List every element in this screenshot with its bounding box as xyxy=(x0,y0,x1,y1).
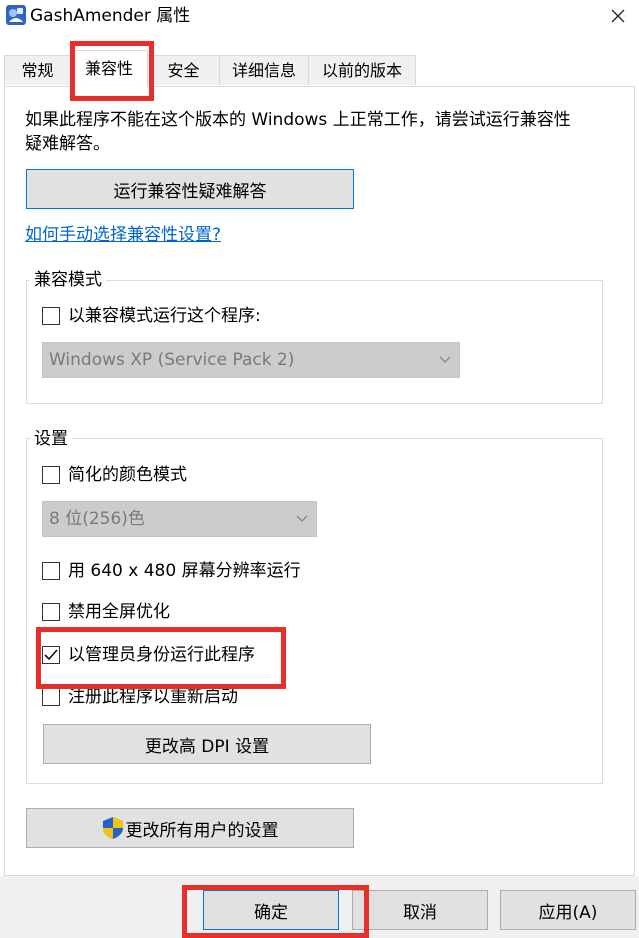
disable-fullscreen-label: 禁用全屏优化 xyxy=(68,602,170,622)
chevron-down-icon xyxy=(439,343,451,377)
register-restart-checkbox[interactable] xyxy=(42,688,60,706)
compat-mode-title: 兼容模式 xyxy=(30,269,106,291)
chevron-down-icon xyxy=(296,502,308,536)
color-depth-value: 8 位(256)色 xyxy=(49,509,145,529)
change-all-users-button[interactable]: 更改所有用户的设置 xyxy=(26,808,354,848)
run-as-admin-label: 以管理员身份运行此程序 xyxy=(68,645,255,665)
tab-label: 常规 xyxy=(21,61,54,80)
cancel-button[interactable]: 取消 xyxy=(352,890,488,930)
compat-os-value: Windows XP (Service Pack 2) xyxy=(49,350,295,370)
intro-text-line2: 疑难解答。 xyxy=(25,134,110,154)
intro-text-line1: 如果此程序不能在这个版本的 Windows 上正常工作，请尝试运行兼容性 xyxy=(25,110,571,130)
reduced-color-checkbox[interactable] xyxy=(42,466,60,484)
ok-button[interactable]: 确定 xyxy=(203,890,339,930)
apply-button[interactable]: 应用(A) xyxy=(500,890,636,930)
tab-label: 安全 xyxy=(167,61,200,80)
reduced-color-label: 简化的颜色模式 xyxy=(68,465,187,485)
resolution-label: 用 640 x 480 屏幕分辨率运行 xyxy=(68,561,301,581)
checkmark-icon xyxy=(44,646,58,665)
color-depth-select[interactable]: 8 位(256)色 xyxy=(42,501,317,537)
tab-previous-versions[interactable]: 以前的版本 xyxy=(308,55,416,85)
tab-label: 详细信息 xyxy=(231,61,296,80)
close-icon xyxy=(611,8,625,27)
tab-general[interactable]: 常规 xyxy=(4,55,71,85)
compat-os-select[interactable]: Windows XP (Service Pack 2) xyxy=(42,342,460,378)
run-as-admin-checkbox[interactable] xyxy=(42,646,60,664)
tab-details[interactable]: 详细信息 xyxy=(219,55,309,85)
title-bar: GashAmender 属性 xyxy=(0,0,639,36)
change-all-users-label: 更改所有用户的设置 xyxy=(125,820,279,841)
tab-compatibility[interactable]: 兼容性 xyxy=(70,50,148,87)
change-dpi-button[interactable]: 更改高 DPI 设置 xyxy=(43,724,371,764)
tab-security[interactable]: 安全 xyxy=(147,55,220,85)
uac-shield-icon xyxy=(102,816,124,840)
tab-label: 以前的版本 xyxy=(321,61,402,80)
tab-label: 兼容性 xyxy=(84,59,133,78)
disable-fullscreen-checkbox[interactable] xyxy=(42,603,60,621)
resolution-checkbox[interactable] xyxy=(42,562,60,580)
app-icon xyxy=(6,5,26,25)
close-button[interactable] xyxy=(600,2,636,32)
compat-mode-checkbox[interactable] xyxy=(42,307,60,325)
compat-mode-label: 以兼容模式运行这个程序: xyxy=(68,306,261,326)
run-troubleshooter-button[interactable]: 运行兼容性疑难解答 xyxy=(26,169,354,209)
manual-settings-link[interactable]: 如何手动选择兼容性设置? xyxy=(25,223,221,247)
settings-title: 设置 xyxy=(30,428,72,450)
window-title: GashAmender 属性 xyxy=(30,6,191,26)
register-restart-label: 注册此程序以重新启动 xyxy=(68,687,238,707)
